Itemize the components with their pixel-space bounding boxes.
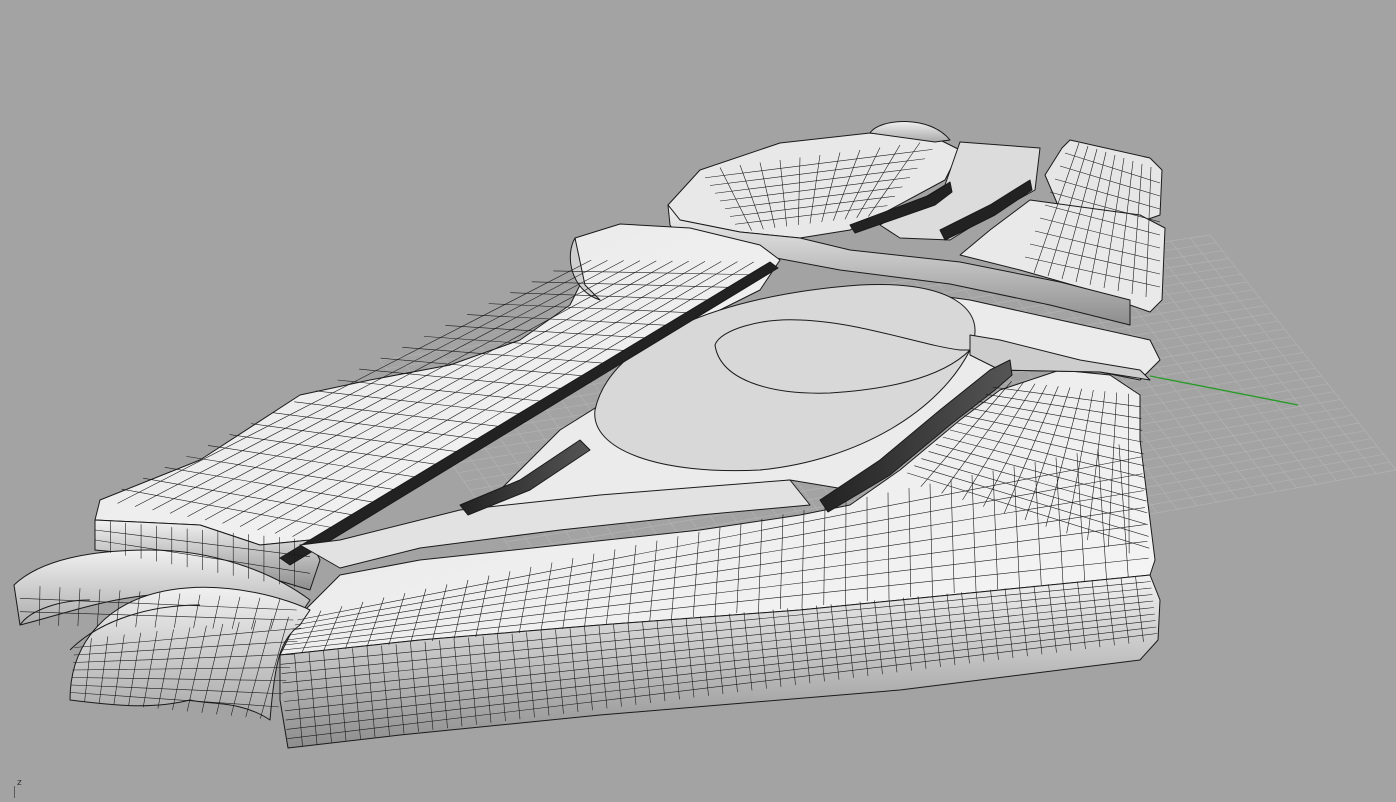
rhino-perspective-viewport[interactable]: z [0,0,1396,802]
z-axis-line [14,786,15,798]
z-axis-label: z [17,778,22,788]
viewport-canvas[interactable] [0,0,1396,802]
world-x-axis [1149,375,1299,406]
model-geometry[interactable] [13,120,1166,749]
axis-gizmo: z [6,778,26,798]
